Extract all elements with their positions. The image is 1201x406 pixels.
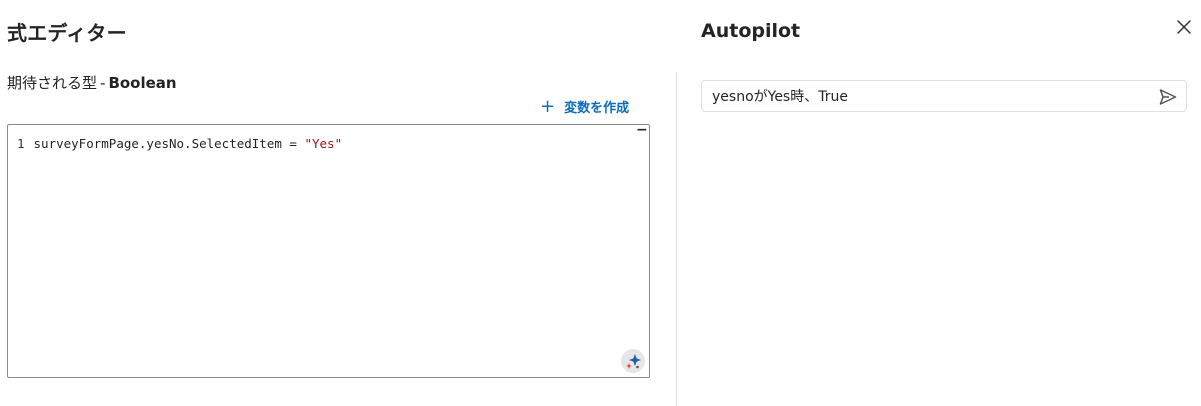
autopilot-prompt-input[interactable]	[712, 86, 1132, 106]
panel-divider	[676, 72, 677, 406]
create-variable-label: 変数を作成	[564, 101, 630, 116]
code-line[interactable]: 1 surveyFormPage.yesNo.SelectedItem = "Ye…	[17, 136, 342, 151]
copilot-button[interactable]	[621, 349, 645, 373]
expected-type-separator: -	[100, 74, 106, 92]
code-editor[interactable]: 1 surveyFormPage.yesNo.SelectedItem = "Ye…	[7, 123, 650, 378]
autopilot-title: Autopilot	[701, 20, 801, 42]
close-icon	[1177, 20, 1191, 34]
expected-type-label: 期待される型	[7, 74, 98, 92]
expected-type-value: Boolean	[108, 74, 177, 92]
expected-type: 期待される型 - Boolean	[7, 72, 177, 93]
code-expression: surveyFormPage.yesNo.SelectedItem =	[33, 136, 305, 151]
collapse-editor-button[interactable]: −	[636, 123, 648, 137]
formula-editor-title: 式エディター	[7, 21, 127, 45]
plus-icon: +	[540, 95, 556, 117]
create-variable-button[interactable]: + 変数を作成	[540, 97, 629, 116]
code-string-literal: "Yes"	[304, 136, 343, 151]
autopilot-prompt-box	[701, 80, 1187, 112]
formula-editor-dialog: 式エディター 期待される型 - Boolean + 変数を作成 1 surveyFor…	[0, 0, 1201, 406]
line-number: 1	[17, 136, 25, 151]
send-icon[interactable]	[1158, 87, 1178, 107]
close-button[interactable]	[1175, 18, 1193, 36]
sparkle-icon	[626, 354, 641, 369]
